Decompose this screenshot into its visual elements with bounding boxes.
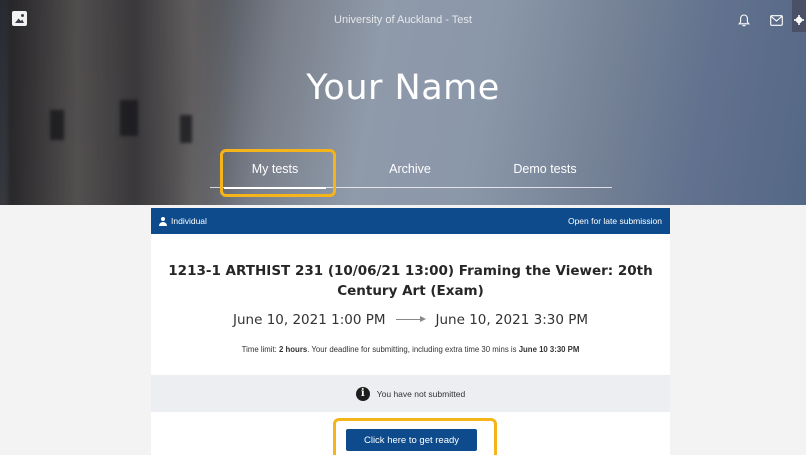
notifications-button[interactable] — [728, 8, 760, 32]
test-status-label: Open for late submission — [567, 216, 662, 226]
bell-icon — [738, 13, 750, 26]
test-card-header: Individual Open for late submission — [151, 208, 670, 234]
mail-icon — [769, 14, 783, 26]
top-toolbar — [728, 0, 806, 32]
person-icon — [159, 216, 167, 226]
tab-label: Archive — [389, 162, 431, 176]
time-limit-text: Time limit: 2 hours. Your deadline for s… — [151, 345, 670, 354]
settings-button[interactable] — [792, 0, 806, 32]
test-start-time: June 10, 2021 1:00 PM — [233, 312, 386, 328]
tab-archive[interactable]: Archive — [345, 150, 475, 188]
gear-icon — [794, 15, 804, 25]
time-limit-value: 2 hours — [279, 345, 308, 354]
test-end-time: June 10, 2021 3:30 PM — [435, 312, 589, 328]
arrow-right-icon — [395, 315, 426, 325]
header-banner: University of Auckland - Test Your Name — [0, 0, 806, 205]
tab-label: My tests — [251, 162, 299, 176]
test-title: 1213-1 ARTHIST 231 (10/06/21 13:00) Fram… — [168, 263, 653, 299]
user-name-heading: Your Name — [306, 68, 500, 108]
test-card: Individual Open for late submission 1213… — [151, 208, 670, 455]
active-tab-indicator — [224, 187, 326, 189]
info-icon: i — [355, 386, 370, 401]
test-type: Individual — [159, 216, 207, 226]
deadline-value: June 10 3:30 PM — [518, 345, 580, 354]
test-tabs: My tests Archive Demo tests — [210, 150, 612, 189]
messages-button[interactable] — [760, 8, 792, 32]
tab-label: Demo tests — [513, 162, 577, 176]
site-title: University of Auckland - Test — [334, 14, 472, 26]
test-time-range: June 10, 2021 1:00 PM June 10, 2021 3:30… — [151, 312, 670, 328]
tab-my-tests[interactable]: My tests — [210, 150, 340, 189]
get-ready-button[interactable]: Click here to get ready — [346, 429, 477, 451]
deadline-text: . Your deadline for submitting, includin… — [307, 345, 519, 354]
test-type-label: Individual — [171, 216, 207, 226]
submission-status-bar: i You have not submitted — [151, 375, 670, 412]
submission-status-text: You have not submitted — [376, 388, 466, 399]
time-limit-prefix: Time limit: — [241, 345, 280, 354]
tab-demo-tests[interactable]: Demo tests — [480, 150, 610, 188]
